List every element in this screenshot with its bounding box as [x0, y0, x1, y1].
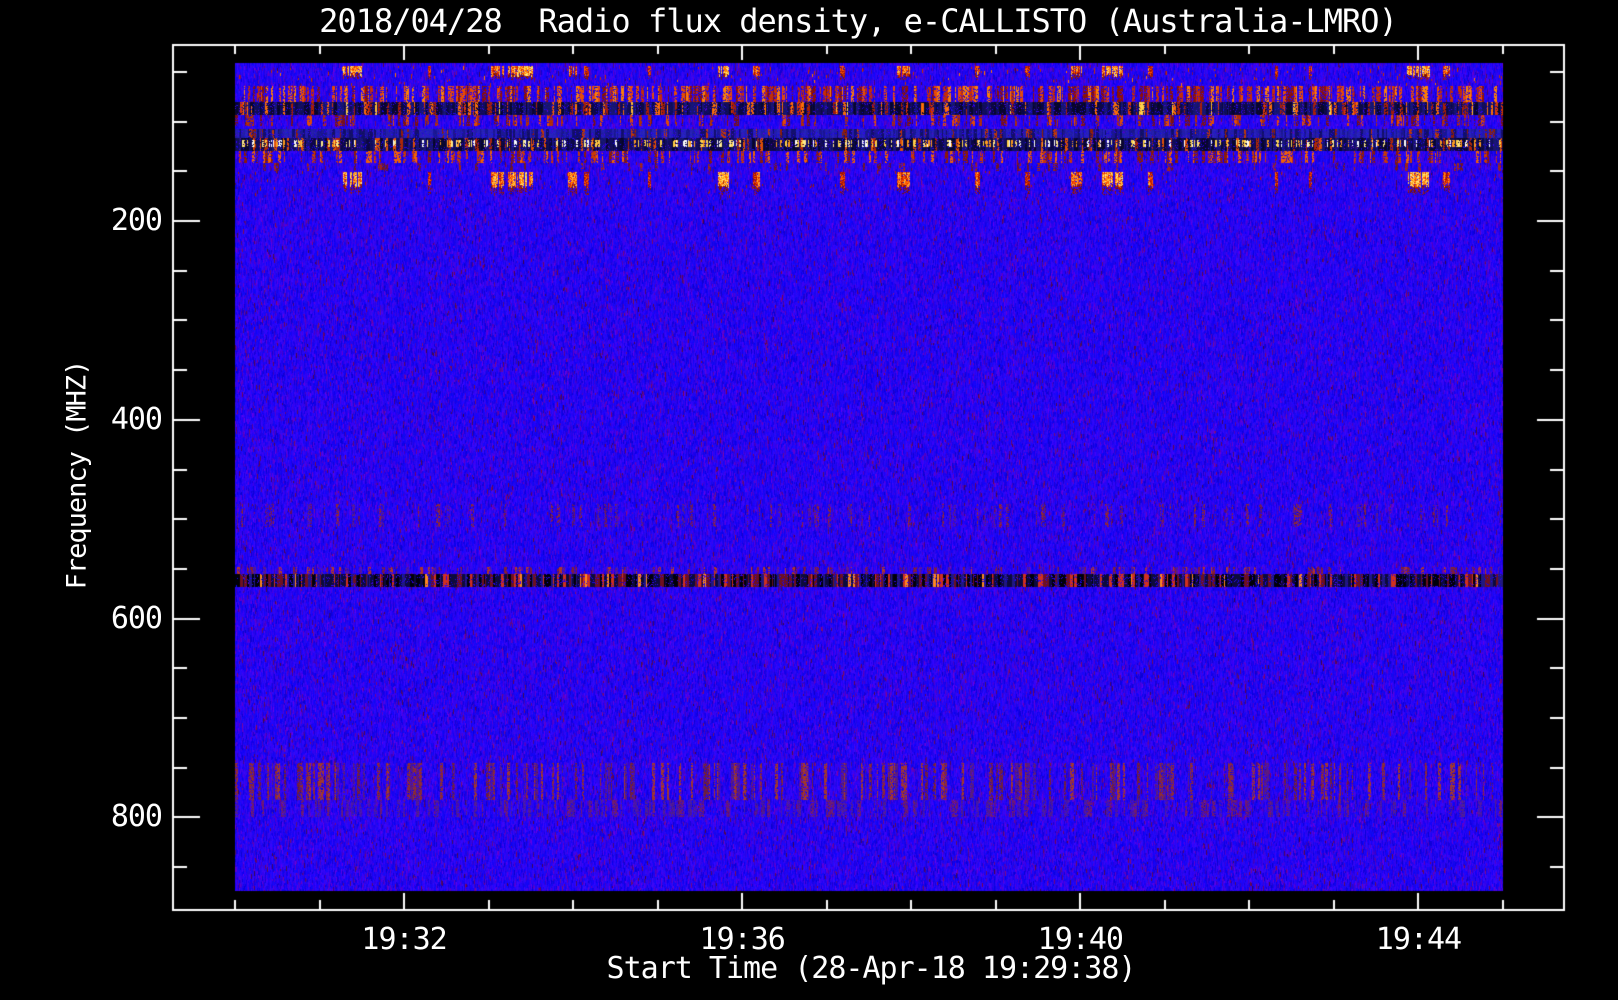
- y-tick-label: 800: [110, 799, 163, 834]
- y-axis-title: Frequency (MHZ): [61, 360, 93, 590]
- x-tick-label: 19:32: [361, 922, 447, 957]
- x-tick-label: 19:44: [1375, 922, 1462, 957]
- chart-title: 2018/04/28 Radio flux density, e-CALLIST…: [319, 2, 1398, 40]
- x-tick-label: 19:40: [1037, 922, 1124, 957]
- y-tick-label: 200: [110, 203, 163, 238]
- x-tick-label: 19:36: [699, 922, 786, 957]
- radio-spectrogram-page: 2018/04/28 Radio flux density, e-CALLIST…: [0, 0, 1618, 1000]
- y-tick-label: 400: [110, 402, 163, 437]
- y-tick-label: 600: [110, 601, 163, 636]
- spectrogram-canvas: [0, 0, 1618, 1000]
